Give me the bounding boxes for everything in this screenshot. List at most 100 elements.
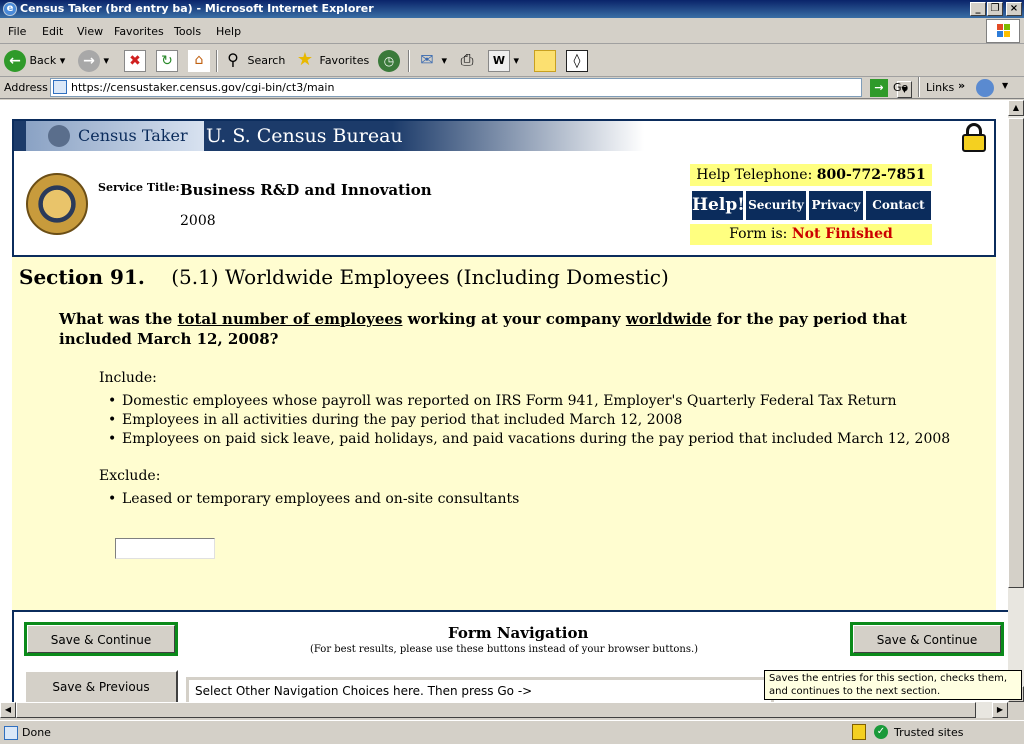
horizontal-scrollbar[interactable]: ◀ ▶ (0, 702, 1008, 718)
address-label: Address (4, 81, 48, 94)
help-button[interactable]: Help! (691, 190, 745, 221)
home-button[interactable]: ⌂ (188, 49, 210, 73)
toolbar-separator (216, 50, 218, 72)
links-button[interactable]: Links (926, 81, 954, 94)
search-label: Search (247, 54, 286, 67)
status-text: Done (22, 726, 51, 739)
commerce-seal-icon (26, 173, 88, 235)
stop-button[interactable]: ✖ (124, 49, 146, 73)
toolbar-separator (918, 77, 920, 97)
go-button[interactable]: Go (893, 81, 908, 94)
navigation-select-value: Select Other Navigation Choices here. Th… (195, 684, 533, 698)
back-button[interactable]: ← Back ▾ (4, 49, 65, 73)
save-continue-button-right[interactable]: Save & Continue (850, 622, 1004, 656)
windows-logo-icon (986, 19, 1020, 43)
help-label: Help Telephone: (696, 167, 813, 183)
history-button[interactable]: ◷ (378, 49, 400, 73)
favorites-button[interactable]: ★ Favorites (294, 49, 369, 73)
save-continue-button-left[interactable]: Save & Continue (24, 622, 178, 656)
toolbar: ← Back ▾ → ▾ ✖ ↻ ⌂ ⚲ Search ★ Favorites … (0, 44, 1024, 77)
menu-view[interactable]: View (77, 25, 103, 38)
chevron-icon[interactable]: » (958, 79, 965, 92)
search-button[interactable]: ⚲ Search (222, 49, 285, 73)
service-title: Business R&D and Innovation (180, 181, 432, 199)
header-banner: Census Taker U. S. Census Bureau Service… (12, 119, 996, 257)
menu-help[interactable]: Help (216, 25, 241, 38)
go-arrow-icon[interactable]: → (870, 79, 888, 97)
edit-button[interactable]: W ▾ (488, 49, 519, 73)
question-emphasis: total number of employees (177, 310, 403, 328)
include-item: Employees on paid sick leave, paid holid… (108, 431, 950, 447)
back-label: Back (29, 54, 57, 67)
print-button[interactable]: ⎙ (456, 49, 478, 73)
page-viewport: Census Taker U. S. Census Bureau Service… (0, 100, 1008, 702)
question-emphasis: worldwide (625, 310, 712, 328)
status-bar: Done ✓ Trusted sites (0, 720, 1024, 744)
lock-icon (962, 123, 986, 153)
navigation-select[interactable]: Select Other Navigation Choices here. Th… (186, 677, 774, 702)
window-title-bar: e Census Taker (brd entry ba) - Microsof… (0, 0, 1024, 18)
question-part: What was the (59, 310, 178, 328)
survey-year: 2008 (180, 213, 216, 229)
contact-us-link[interactable]: Contact Us (865, 190, 932, 241)
restore-button[interactable]: ❐ (987, 2, 1003, 16)
eagle-icon (48, 125, 70, 147)
scroll-left-icon[interactable]: ◀ (0, 702, 16, 718)
help-phone: 800-772-7851 (816, 167, 926, 183)
vertical-scrollbar[interactable]: ▲ ▼ (1008, 100, 1024, 702)
mail-button[interactable]: ✉ ▾ (416, 49, 447, 73)
security-link[interactable]: Security (745, 190, 807, 221)
window-icon: ◊ (566, 50, 588, 72)
include-item: Employees in all activities during the p… (108, 412, 682, 428)
scroll-thumb[interactable] (1008, 118, 1024, 588)
extension-icon[interactable] (976, 79, 994, 97)
agency-name: U. S. Census Bureau (206, 125, 403, 147)
trusted-check-icon: ✓ (874, 725, 888, 739)
privacy-link[interactable]: Privacy (808, 190, 864, 221)
address-input[interactable]: https://censustaker.census.gov/cgi-bin/c… (50, 78, 912, 98)
form-status-value: Not Finished (791, 226, 893, 242)
refresh-button[interactable]: ↻ (156, 49, 178, 73)
window-title: Census Taker (brd entry ba) - Microsoft … (20, 2, 374, 15)
messenger-button[interactable]: ◊ (566, 49, 588, 73)
exclude-label: Exclude: (99, 468, 161, 484)
history-icon: ◷ (378, 50, 400, 72)
scroll-thumb-horizontal[interactable] (16, 702, 976, 718)
toolbar-separator (408, 50, 410, 72)
star-icon: ★ (296, 49, 314, 70)
mail-icon: ✉ (420, 50, 434, 69)
scroll-up-icon[interactable]: ▲ (1008, 100, 1024, 116)
refresh-icon: ↻ (156, 50, 178, 72)
ssl-lock-icon (852, 724, 866, 740)
page-icon (53, 80, 67, 94)
home-icon: ⌂ (188, 50, 210, 72)
menu-edit[interactable]: Edit (42, 25, 63, 38)
note-icon (534, 50, 556, 72)
print-icon: ⎙ (460, 50, 474, 69)
menu-favorites[interactable]: Favorites (114, 25, 164, 38)
question-part: working at your company (402, 310, 626, 328)
tooltip: Saves the entries for this section, chec… (764, 670, 1022, 700)
section-number: Section 91. (19, 265, 145, 289)
favorites-label: Favorites (319, 54, 370, 67)
menu-tools[interactable]: Tools (174, 25, 201, 38)
close-button[interactable]: × (1006, 2, 1022, 16)
menu-file[interactable]: File (8, 25, 26, 38)
extension-dropdown-icon[interactable]: ▼ (1002, 81, 1008, 90)
address-bar: Address https://censustaker.census.gov/c… (0, 77, 1024, 99)
include-label: Include: (99, 370, 157, 386)
scroll-right-icon[interactable]: ▶ (992, 702, 1008, 718)
employee-count-input[interactable] (115, 538, 215, 559)
ie-logo-icon: e (3, 2, 17, 16)
forward-button[interactable]: → ▾ (78, 49, 109, 73)
save-previous-button[interactable]: Save & Previous (24, 670, 178, 702)
minimize-button[interactable]: _ (970, 2, 986, 16)
banner-strip: Census Taker U. S. Census Bureau (14, 121, 644, 151)
section-title: (5.1) Worldwide Employees (Including Dom… (171, 265, 669, 289)
discuss-button[interactable] (534, 49, 556, 73)
page-done-icon (4, 726, 18, 740)
question-text: What was the total number of employees w… (59, 309, 959, 349)
address-url: https://censustaker.census.gov/cgi-bin/c… (71, 81, 335, 94)
form-status-label: Form is: (729, 226, 788, 242)
stop-icon: ✖ (124, 50, 146, 72)
